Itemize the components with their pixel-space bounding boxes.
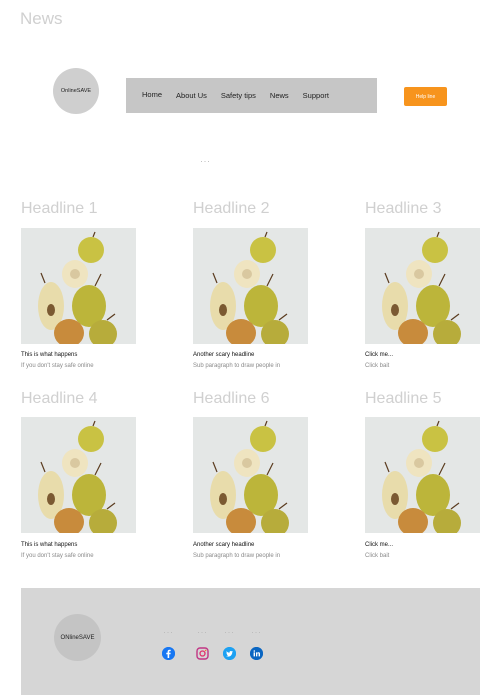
page-title: News bbox=[20, 9, 63, 28]
footer-logo-text: ONlineSAVE bbox=[60, 634, 95, 641]
nav-safety-tips[interactable]: Safety tips bbox=[221, 91, 256, 100]
card-subtitle: If you don't stay safe online bbox=[21, 553, 94, 559]
card-subtitle: Sub paragraph to draw people in bbox=[193, 553, 281, 559]
nav-home[interactable]: Home bbox=[142, 90, 162, 99]
card-image[interactable] bbox=[193, 417, 308, 533]
card-subtitle: If you don't stay safe online bbox=[21, 363, 94, 369]
card-title[interactable]: Click me... bbox=[365, 352, 393, 358]
logo[interactable]: OnlineSAVE bbox=[53, 68, 99, 114]
linkedin-icon[interactable] bbox=[250, 647, 263, 660]
help-line-button[interactable]: Help line bbox=[404, 87, 447, 106]
nav-about-us[interactable]: About Us bbox=[176, 91, 207, 100]
nav-support[interactable]: Support bbox=[303, 91, 329, 100]
card-title[interactable]: Another scary headline bbox=[193, 542, 254, 548]
footer: ONlineSAVE ··· ··· ··· ··· bbox=[21, 588, 480, 695]
news-card-1[interactable]: Headline 1 This is what happens If you d… bbox=[21, 200, 141, 369]
card-image[interactable] bbox=[365, 228, 480, 344]
card-image[interactable] bbox=[365, 417, 480, 533]
card-image[interactable] bbox=[21, 228, 136, 344]
placeholder-dots: ··· bbox=[197, 627, 208, 637]
card-headline: Headline 6 bbox=[193, 390, 270, 407]
news-card-4[interactable]: Headline 4 This is what happens If you d… bbox=[21, 390, 141, 559]
logo-text: OnlineSAVE bbox=[60, 88, 92, 94]
placeholder-dots: ··· bbox=[251, 627, 262, 637]
news-card-5[interactable]: Headline 5 Click me... Click bait bbox=[365, 390, 485, 559]
card-image[interactable] bbox=[21, 417, 136, 533]
placeholder-dots: ··· bbox=[224, 627, 235, 637]
card-headline: Headline 5 bbox=[365, 390, 442, 407]
card-subtitle: Sub paragraph to draw people in bbox=[193, 363, 281, 369]
placeholder-dots: ··· bbox=[200, 156, 211, 166]
main-nav: Home About Us Safety tips News Support bbox=[126, 78, 377, 113]
news-card-6[interactable]: Headline 6 Another scary headline Sub pa… bbox=[193, 390, 313, 559]
card-headline: Headline 3 bbox=[365, 200, 442, 217]
card-subtitle: Click bait bbox=[365, 553, 390, 559]
card-title[interactable]: This is what happens bbox=[21, 352, 77, 358]
nav-news[interactable]: News bbox=[270, 91, 289, 100]
card-title[interactable]: Click me... bbox=[365, 542, 393, 548]
footer-logo[interactable]: ONlineSAVE bbox=[54, 614, 101, 661]
card-title[interactable]: Another scary headline bbox=[193, 352, 254, 358]
card-headline: Headline 2 bbox=[193, 200, 270, 217]
card-headline: Headline 4 bbox=[21, 390, 98, 407]
news-card-3[interactable]: Headline 3 Click me... Click bait bbox=[365, 200, 485, 369]
card-image[interactable] bbox=[193, 228, 308, 344]
twitter-icon[interactable] bbox=[223, 647, 236, 660]
card-subtitle: Click bait bbox=[365, 363, 390, 369]
placeholder-dots: ··· bbox=[163, 627, 174, 637]
instagram-icon[interactable] bbox=[196, 647, 209, 660]
news-card-2[interactable]: Headline 2 Another scary headline Sub pa… bbox=[193, 200, 313, 369]
card-headline: Headline 1 bbox=[21, 200, 98, 217]
facebook-icon[interactable] bbox=[162, 647, 175, 660]
card-title[interactable]: This is what happens bbox=[21, 542, 77, 548]
